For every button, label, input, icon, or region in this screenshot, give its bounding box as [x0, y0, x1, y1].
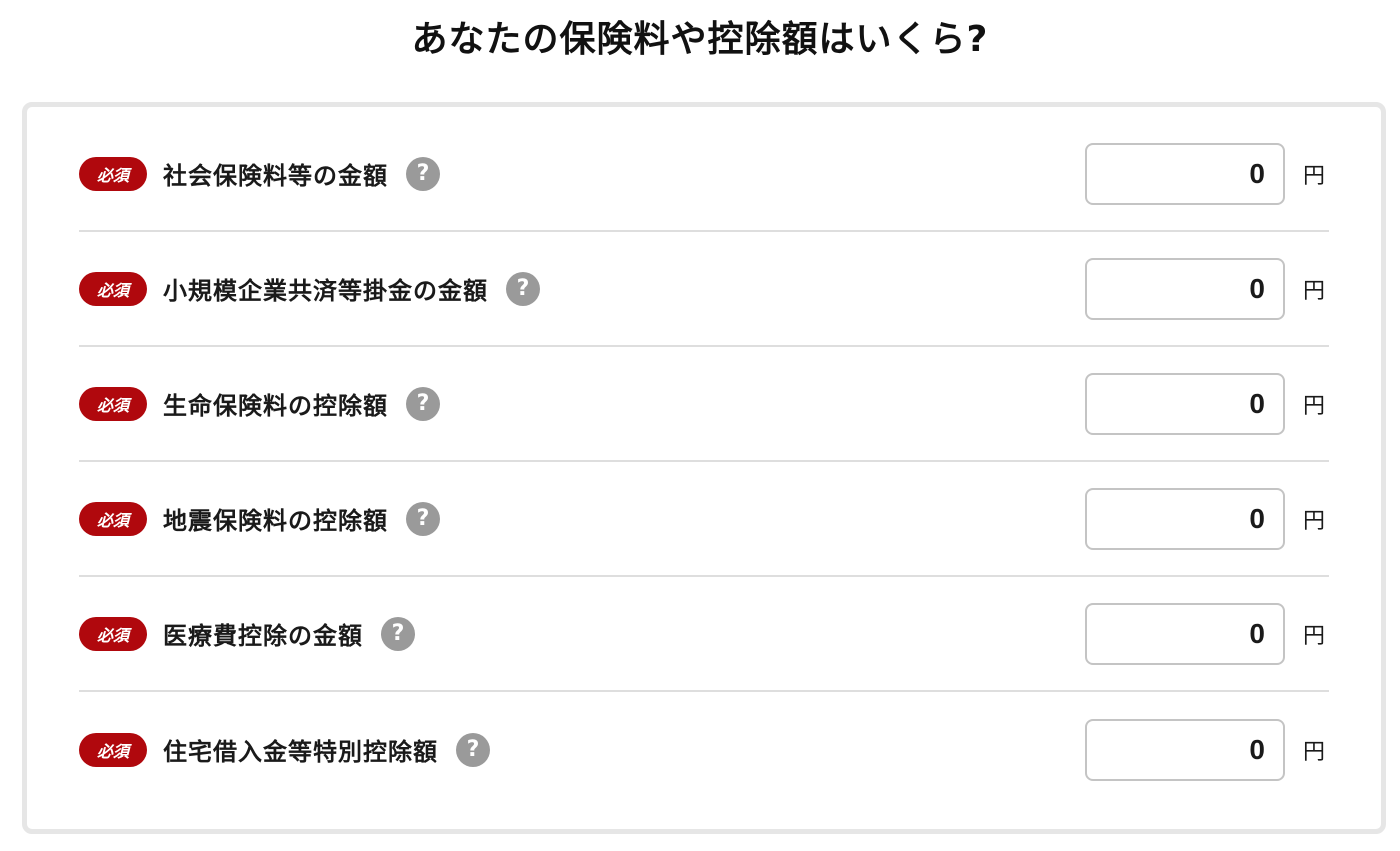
required-badge: 必須 — [79, 271, 147, 306]
life-insurance-deduction-input[interactable] — [1085, 372, 1285, 435]
form-row-small-business-mutual-aid: 必須 小規模企業共済等掛金の金額 ? 円 — [79, 232, 1329, 347]
question-mark-help-icon[interactable]: ? — [506, 271, 540, 306]
question-mark-help-icon[interactable]: ? — [406, 156, 440, 191]
form-row-medical-expense: 必須 医療費控除の金額 ? 円 — [79, 577, 1329, 692]
field-label: 小規模企業共済等掛金の金額 — [163, 277, 488, 305]
page-title: あなたの保険料や控除額はいくら? — [411, 19, 989, 60]
required-badge: 必須 — [79, 501, 147, 536]
social-insurance-amount-input[interactable] — [1085, 142, 1285, 205]
amount-input-group: 円 — [1085, 257, 1329, 320]
amount-input-group: 円 — [1085, 718, 1329, 781]
amount-input-group: 円 — [1085, 602, 1329, 665]
required-badge: 必須 — [79, 386, 147, 421]
form-row-earthquake-insurance: 必須 地震保険料の控除額 ? 円 — [79, 462, 1329, 577]
amount-input-group: 円 — [1085, 372, 1329, 435]
required-badge: 必須 — [79, 156, 147, 191]
form-rows: 必須 社会保険料等の金額 ? 円 必須 小規模企業共済等掛金の金額 ? 円 必須… — [79, 117, 1329, 807]
small-business-mutual-aid-amount-input[interactable] — [1085, 257, 1285, 320]
question-mark-help-icon[interactable]: ? — [381, 616, 415, 651]
field-label: 生命保険料の控除額 — [163, 392, 388, 420]
question-mark-help-icon[interactable]: ? — [456, 732, 490, 767]
field-label: 地震保険料の控除額 — [163, 507, 388, 535]
required-badge: 必須 — [79, 616, 147, 651]
field-label: 医療費控除の金額 — [163, 622, 363, 650]
yen-unit-label: 円 — [1303, 278, 1326, 304]
amount-input-group: 円 — [1085, 487, 1329, 550]
field-label: 住宅借入金等特別控除額 — [163, 738, 438, 766]
field-label: 社会保険料等の金額 — [163, 162, 388, 190]
yen-unit-label: 円 — [1303, 623, 1326, 649]
yen-unit-label: 円 — [1303, 163, 1326, 189]
deduction-form-card: 必須 社会保険料等の金額 ? 円 必須 小規模企業共済等掛金の金額 ? 円 必須… — [22, 102, 1386, 834]
yen-unit-label: 円 — [1303, 508, 1326, 534]
question-mark-help-icon[interactable]: ? — [406, 501, 440, 536]
form-row-life-insurance: 必須 生命保険料の控除額 ? 円 — [79, 347, 1329, 462]
form-row-housing-loan: 必須 住宅借入金等特別控除額 ? 円 — [79, 692, 1329, 807]
required-badge: 必須 — [79, 732, 147, 767]
housing-loan-deduction-input[interactable] — [1085, 718, 1285, 781]
yen-unit-label: 円 — [1303, 739, 1326, 765]
amount-input-group: 円 — [1085, 142, 1329, 205]
yen-unit-label: 円 — [1303, 393, 1326, 419]
form-row-social-insurance: 必須 社会保険料等の金額 ? 円 — [79, 117, 1329, 232]
earthquake-insurance-deduction-input[interactable] — [1085, 487, 1285, 550]
question-mark-help-icon[interactable]: ? — [406, 386, 440, 421]
medical-expense-deduction-input[interactable] — [1085, 602, 1285, 665]
